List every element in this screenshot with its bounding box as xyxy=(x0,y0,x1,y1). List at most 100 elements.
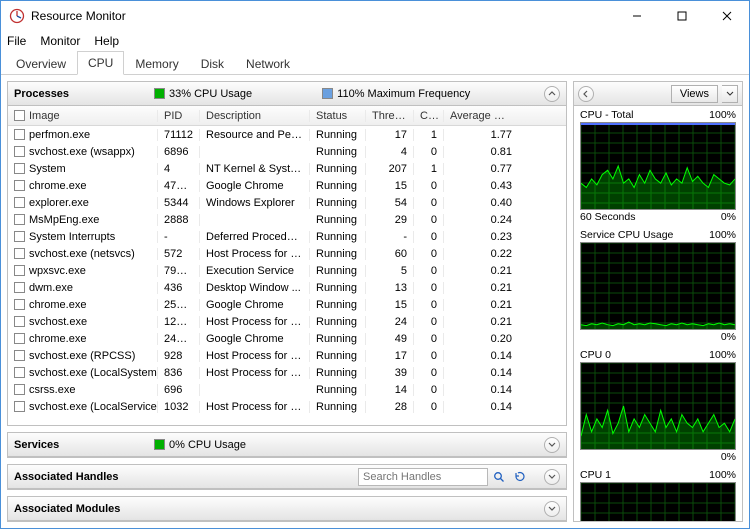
row-checkbox[interactable] xyxy=(14,214,25,225)
cell-image: svchost.exe (LocalService... xyxy=(29,401,158,413)
col-avg[interactable]: Average CPU xyxy=(444,110,518,122)
cell-desc: Google Chrome xyxy=(200,299,310,311)
table-row[interactable]: svchost.exe (netsvcs)572Host Process for… xyxy=(8,245,566,262)
row-checkbox[interactable] xyxy=(14,231,25,242)
cell-pid: 71112 xyxy=(158,129,200,141)
cell-avg: 0.81 xyxy=(444,146,518,158)
collapse-sidebar-icon[interactable] xyxy=(578,86,594,102)
menu-monitor[interactable]: Monitor xyxy=(40,34,80,48)
table-row[interactable]: wpxsvc.exe79244Execution ServiceRunning5… xyxy=(8,262,566,279)
tab-memory[interactable]: Memory xyxy=(124,52,189,75)
row-checkbox[interactable] xyxy=(14,316,25,327)
col-threads[interactable]: Threads xyxy=(366,110,414,122)
tab-cpu[interactable]: CPU xyxy=(77,51,124,75)
services-header[interactable]: Services 0% CPU Usage xyxy=(8,433,566,457)
row-checkbox[interactable] xyxy=(14,197,25,208)
graph-block: CPU 1100% xyxy=(580,468,736,521)
graph-canvas xyxy=(580,482,736,521)
cell-threads: 14 xyxy=(366,384,414,396)
row-checkbox[interactable] xyxy=(14,163,25,174)
col-cpu[interactable]: CPU xyxy=(414,110,444,122)
expand-icon[interactable] xyxy=(544,469,560,485)
row-checkbox[interactable] xyxy=(14,384,25,395)
row-checkbox[interactable] xyxy=(14,129,25,140)
row-checkbox[interactable] xyxy=(14,282,25,293)
tab-overview[interactable]: Overview xyxy=(5,52,77,75)
table-row[interactable]: chrome.exe24584Google ChromeRunning4900.… xyxy=(8,330,566,347)
table-row[interactable]: explorer.exe5344Windows ExplorerRunning5… xyxy=(8,194,566,211)
row-checkbox[interactable] xyxy=(14,248,25,259)
graph-block: Service CPU Usage100%0% xyxy=(580,228,736,344)
cell-threads: 60 xyxy=(366,248,414,260)
cell-status: Running xyxy=(310,248,366,260)
expand-icon[interactable] xyxy=(544,501,560,517)
cell-cpu: 0 xyxy=(414,316,444,328)
table-row[interactable]: svchost.exe (wsappx)6896Running400.81 xyxy=(8,143,566,160)
row-checkbox[interactable] xyxy=(14,180,25,191)
titlebar[interactable]: Resource Monitor xyxy=(1,1,749,31)
maximize-button[interactable] xyxy=(659,2,704,30)
table-row[interactable]: System4NT Kernel & SystemRunning20710.77 xyxy=(8,160,566,177)
table-row[interactable]: System Interrupts-Deferred Procedur...Ru… xyxy=(8,228,566,245)
row-checkbox[interactable] xyxy=(14,299,25,310)
cell-cpu: 0 xyxy=(414,384,444,396)
views-button[interactable]: Views xyxy=(671,85,718,103)
graphs-container[interactable]: CPU - Total100%60 Seconds0%Service CPU U… xyxy=(574,106,742,521)
collapse-icon[interactable] xyxy=(544,86,560,102)
cell-desc: Host Process for W... xyxy=(200,248,310,260)
row-checkbox[interactable] xyxy=(14,367,25,378)
services-cpu-swatch xyxy=(154,439,165,450)
expand-icon[interactable] xyxy=(544,437,560,453)
menu-help[interactable]: Help xyxy=(94,34,119,48)
row-checkbox[interactable] xyxy=(14,401,25,412)
menu-file[interactable]: File xyxy=(7,34,26,48)
cell-cpu: 0 xyxy=(414,350,444,362)
modules-header[interactable]: Associated Modules xyxy=(8,497,566,521)
cell-image: MsMpEng.exe xyxy=(29,214,99,226)
row-checkbox[interactable] xyxy=(14,265,25,276)
row-checkbox[interactable] xyxy=(14,146,25,157)
cell-pid: 79244 xyxy=(158,265,200,277)
table-row[interactable]: svchost.exe (LocalSystem...836Host Proce… xyxy=(8,364,566,381)
cell-cpu: 0 xyxy=(414,231,444,243)
cell-pid: 12044 xyxy=(158,316,200,328)
processes-rows[interactable]: perfmon.exe71112Resource and Perf...Runn… xyxy=(8,126,566,425)
row-checkbox[interactable] xyxy=(14,350,25,361)
cell-cpu: 0 xyxy=(414,282,444,294)
cell-threads: 24 xyxy=(366,316,414,328)
tab-network[interactable]: Network xyxy=(235,52,301,75)
minimize-button[interactable] xyxy=(614,2,659,30)
max-freq-swatch xyxy=(322,88,333,99)
handles-header[interactable]: Associated Handles xyxy=(8,465,566,489)
table-row[interactable]: chrome.exe25080Google ChromeRunning1500.… xyxy=(8,296,566,313)
table-row[interactable]: svchost.exe12044Host Process for W...Run… xyxy=(8,313,566,330)
refresh-icon[interactable] xyxy=(510,468,528,486)
row-checkbox[interactable] xyxy=(14,333,25,344)
search-handles-input[interactable] xyxy=(358,468,488,486)
cell-avg: 0.14 xyxy=(444,384,518,396)
cell-pid: 4 xyxy=(158,163,200,175)
search-icon[interactable] xyxy=(490,468,508,486)
col-desc[interactable]: Description xyxy=(200,110,310,122)
graph-bottom-right: 0% xyxy=(721,451,736,463)
cell-status: Running xyxy=(310,129,366,141)
col-pid[interactable]: PID xyxy=(158,110,200,122)
tab-disk[interactable]: Disk xyxy=(190,52,235,75)
processes-column-header[interactable]: Image PID Description Status Threads CPU… xyxy=(8,106,566,126)
table-row[interactable]: chrome.exe47848Google ChromeRunning1500.… xyxy=(8,177,566,194)
table-row[interactable]: dwm.exe436Desktop Window ...Running1300.… xyxy=(8,279,566,296)
select-all-checkbox[interactable] xyxy=(14,110,25,121)
table-row[interactable]: csrss.exe696Running1400.14 xyxy=(8,381,566,398)
table-row[interactable]: svchost.exe (RPCSS)928Host Process for W… xyxy=(8,347,566,364)
close-button[interactable] xyxy=(704,2,749,30)
cell-pid: 24584 xyxy=(158,333,200,345)
cell-image: svchost.exe (LocalSystem... xyxy=(29,367,158,379)
cell-threads: 49 xyxy=(366,333,414,345)
cell-threads: 39 xyxy=(366,367,414,379)
table-row[interactable]: perfmon.exe71112Resource and Perf...Runn… xyxy=(8,126,566,143)
col-status[interactable]: Status xyxy=(310,110,366,122)
processes-header[interactable]: Processes 33% CPU Usage 110% Maximum Fre… xyxy=(8,82,566,106)
table-row[interactable]: svchost.exe (LocalService...1032Host Pro… xyxy=(8,398,566,415)
table-row[interactable]: MsMpEng.exe2888Running2900.24 xyxy=(8,211,566,228)
views-dropdown-icon[interactable] xyxy=(722,85,738,103)
